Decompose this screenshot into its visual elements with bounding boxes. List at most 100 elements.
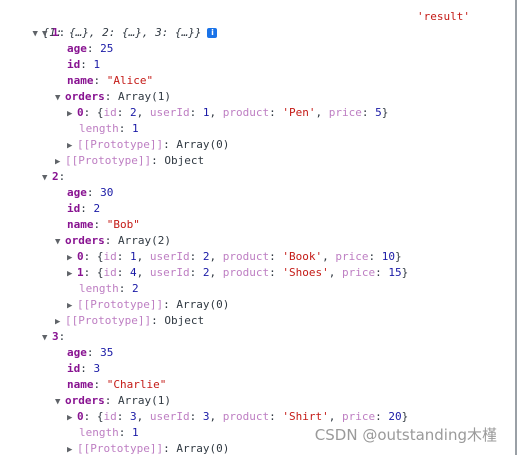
colon: : (58, 170, 66, 183)
result-root-row[interactable]: ▼ {1: {…}, 2: {…}, 3: {…}} i (6, 9, 218, 39)
prototype-key: [[Prototype]] (77, 442, 164, 455)
property-row-name: name: "Bob" (67, 217, 140, 233)
root-summary: {1: {…}, 2: {…}, 3: {…}} (42, 26, 202, 39)
prototype-value: Object (164, 154, 205, 167)
colon: : (104, 394, 118, 407)
prototype-key: [[Prototype]] (65, 314, 152, 327)
expanded-arrow-icon[interactable]: ▼ (42, 26, 52, 42)
order-user-id: 2 (202, 266, 210, 279)
colon: : (86, 42, 101, 55)
separator: , (209, 250, 223, 263)
collapsed-arrow-icon[interactable]: ▶ (67, 266, 77, 282)
colon: : (269, 410, 283, 423)
order-field-key: id (103, 250, 117, 263)
order-field-key: product (222, 250, 270, 263)
colon: : (116, 266, 130, 279)
order-product: 'Pen' (282, 106, 316, 119)
order-item-row[interactable]: ▶ 1: {id: 4, userId: 2, product: 'Shoes',… (67, 265, 408, 281)
colon: : (269, 106, 283, 119)
order-user-id: 2 (202, 250, 210, 263)
user-prototype-row[interactable]: ▶ [[Prototype]]: Object (55, 313, 204, 329)
prototype-value: Array(0) (176, 442, 230, 455)
colon: : (163, 298, 177, 311)
expanded-arrow-icon[interactable]: ▼ (33, 26, 43, 42)
separator: , (136, 410, 150, 423)
orders-row[interactable]: ▼ orders: Array(2) (55, 233, 171, 249)
orders-prototype-row[interactable]: ▶ [[Prototype]]: Array(0) (67, 297, 229, 313)
orders-prototype-row[interactable]: ▶ [[Prototype]]: Array(0) (67, 137, 229, 153)
expanded-arrow-icon[interactable]: ▼ (55, 394, 65, 410)
order-field-key: userId (149, 106, 190, 119)
collapsed-arrow-icon[interactable]: ▶ (67, 250, 77, 266)
colon: : (116, 250, 130, 263)
separator: , (315, 106, 329, 119)
colon: : (189, 410, 203, 423)
watermark-text: CSDN @outstanding木槿 (314, 426, 497, 444)
order-item-row[interactable]: ▶ 0: {id: 1, userId: 2, product: 'Book', … (67, 249, 402, 265)
order-field-key: userId (149, 410, 190, 423)
expanded-arrow-icon[interactable]: ▼ (42, 330, 52, 346)
collapsed-arrow-icon[interactable]: ▶ (55, 154, 65, 170)
user-entry-row[interactable]: ▼ 2: (42, 169, 65, 185)
collapsed-arrow-icon[interactable]: ▶ (67, 442, 77, 458)
orders-length-row: length: 2 (79, 281, 139, 297)
user-prototype-row[interactable]: ▶ [[Prototype]]: Object (55, 153, 204, 169)
orders-row[interactable]: ▼ orders: Array(1) (55, 89, 171, 105)
orders-key: orders (65, 394, 105, 407)
prototype-value: Object (164, 314, 205, 327)
orders-summary: Array(1) (118, 90, 171, 103)
property-value: "Charlie" (106, 378, 167, 391)
property-key: age (67, 42, 87, 55)
colon: : (163, 138, 177, 151)
collapsed-arrow-icon[interactable]: ▶ (67, 106, 77, 122)
order-product: 'Book' (282, 250, 323, 263)
user-entry-row[interactable]: ▼ 3: (42, 329, 65, 345)
order-price: 5 (375, 106, 382, 119)
collapsed-arrow-icon[interactable]: ▶ (55, 314, 65, 330)
console-output: ▼ {1: {…}, 2: {…}, 3: {…}} i 'result' ▼ 1: a… (0, 0, 517, 455)
expanded-arrow-icon[interactable]: ▼ (55, 90, 65, 106)
prototype-value: Array(0) (176, 138, 230, 151)
property-value: 35 (100, 346, 114, 359)
collapsed-arrow-icon[interactable]: ▶ (67, 138, 77, 154)
brace: } (394, 250, 402, 263)
collapsed-arrow-icon[interactable]: ▶ (67, 410, 77, 426)
property-value: "Alice" (106, 74, 154, 87)
property-value: 25 (100, 42, 114, 55)
order-index: 1 (77, 266, 84, 279)
order-field-key: product (222, 266, 270, 279)
info-icon[interactable]: i (207, 28, 218, 38)
collapsed-arrow-icon[interactable]: ▶ (67, 298, 77, 314)
separator: , (136, 106, 150, 119)
property-row-id: id: 3 (67, 361, 100, 377)
colon: : (118, 282, 132, 295)
expanded-arrow-icon[interactable]: ▼ (55, 234, 65, 250)
order-item-row[interactable]: ▶ 0: {id: 3, userId: 3, product: 'Shirt',… (67, 409, 408, 425)
colon: : (118, 426, 132, 439)
order-item-row[interactable]: ▶ 0: {id: 2, userId: 1, product: 'Pen', p… (67, 105, 388, 121)
colon: : { (83, 410, 104, 423)
prototype-key: [[Prototype]] (65, 154, 152, 167)
prototype-key: [[Prototype]] (77, 138, 164, 151)
order-product: 'Shirt' (282, 410, 329, 423)
order-user-id: 1 (202, 106, 210, 119)
order-product: 'Shoes' (282, 266, 329, 279)
orders-row[interactable]: ▼ orders: Array(1) (55, 393, 171, 409)
colon: : (163, 442, 177, 455)
user-entry-row[interactable]: ▼ 1: (42, 25, 65, 41)
order-field-key: price (335, 250, 369, 263)
order-field-key: price (341, 266, 376, 279)
expanded-arrow-icon[interactable]: ▼ (42, 170, 52, 186)
order-price: 10 (381, 250, 395, 263)
brace: } (401, 410, 409, 423)
order-index: 0 (77, 106, 84, 119)
colon: : (361, 106, 376, 119)
colon: : (189, 106, 203, 119)
property-row-name: name: "Charlie" (67, 377, 166, 393)
order-price: 15 (388, 266, 402, 279)
orders-length-row: length: 1 (79, 425, 139, 441)
orders-summary: Array(2) (118, 234, 171, 247)
property-key: name (67, 218, 94, 231)
orders-key: orders (65, 234, 105, 247)
colon: : (104, 90, 118, 103)
